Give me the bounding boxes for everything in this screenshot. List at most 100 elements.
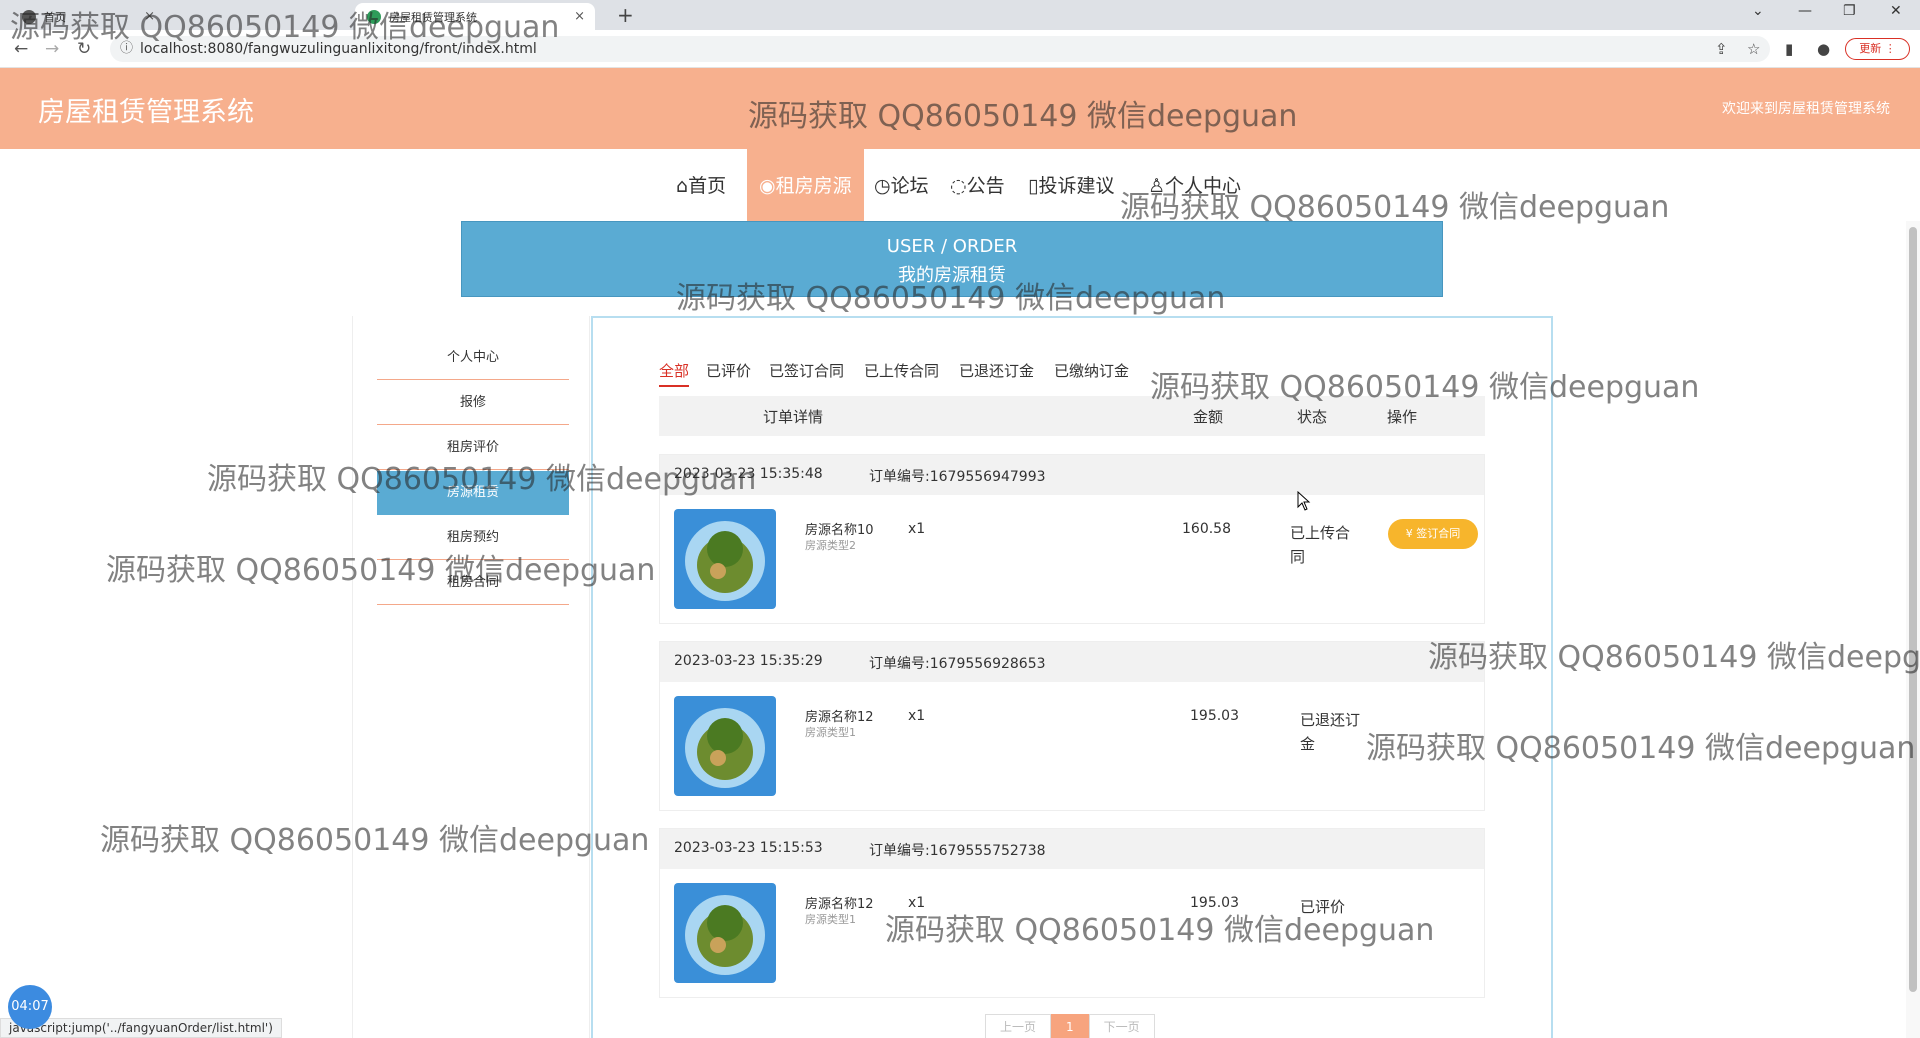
order-quantity: x1 [908,521,926,537]
banner-en-title: USER / ORDER [886,236,1018,257]
pagination: 上一页 1 下一页 [985,1014,1155,1038]
order-number: 订单编号:1679556928653 [869,656,1046,672]
filter-contract-uploaded[interactable]: 已上传合同 [864,360,939,381]
forward-icon[interactable]: → [45,39,59,59]
property-thumbnail[interactable] [674,883,776,983]
nav-feedback[interactable]: ▯投诉建议 [1028,171,1114,198]
recording-time-badge: 04:07 [8,985,52,1029]
header-status: 状态 [1297,408,1328,426]
section-banner: USER / ORDER 我的房源租赁 [461,221,1443,297]
order-status: 已上传合同 [1290,524,1351,566]
order-price: 160.58 [1182,521,1231,537]
profile-icon[interactable]: ● [1817,40,1830,58]
minimize-icon[interactable]: — [1798,3,1812,19]
order-time: 2023-03-23 15:15:53 [674,840,823,856]
order-row: 2023-03-23 15:35:29 订单编号:1679556928653 房… [659,641,1485,811]
nav-label: 首页 [688,175,727,197]
browser-tab-home[interactable]: 首页 × [10,3,165,30]
update-label: 更新 [1859,42,1882,55]
order-time: 2023-03-23 15:35:29 [674,653,823,669]
main-nav: ⌂首页 ◉租房房源 ◷论坛 ◌公告 ▯投诉建议 ♙个人中心 [0,149,1920,221]
nav-label: 租房房源 [775,175,852,197]
house-icon: ◉ [759,175,776,197]
tab-label: 房屋租赁管理系统 [389,10,477,24]
browser-tab-bar: 首页 × 房屋租赁管理系统 × + ⌄ — ❐ ✕ [0,0,1920,30]
order-header: 2023-03-23 15:35:29 订单编号:1679556928653 [660,642,1484,682]
restore-icon[interactable]: ❐ [1843,3,1856,19]
bookmark-star-icon[interactable]: ☆ [1747,40,1760,58]
feedback-icon: ▯ [1028,175,1039,197]
nav-home[interactable]: ⌂首页 [676,171,726,198]
tab-close-icon[interactable]: × [574,9,585,24]
tab-close-icon[interactable]: × [144,9,155,24]
property-type: 房源类型1 [805,913,856,926]
sidebar-item-contract[interactable]: 租房合同 [377,561,569,605]
url-field[interactable]: ⓘ localhost:8080/fangwuzulinguanlixitong… [110,36,1770,62]
reload-icon[interactable]: ↻ [77,39,91,59]
sidebar-item-booking[interactable]: 租房预约 [377,516,569,560]
tab-search-icon[interactable]: ⌄ [1752,3,1764,19]
user-icon: ♙ [1148,175,1166,197]
back-icon[interactable]: ← [14,39,28,59]
filter-deposit-returned[interactable]: 已退还订金 [959,360,1034,381]
scrollbar-thumb[interactable] [1909,227,1917,992]
sidebar-item-user-center[interactable]: 个人中心 [377,336,569,380]
home-icon: ⌂ [676,175,689,197]
sign-contract-button[interactable]: ¥ 签订合同 [1388,519,1478,549]
filter-reviewed[interactable]: 已评价 [706,360,751,381]
prev-page-button[interactable]: 上一页 [985,1014,1052,1038]
nav-notice[interactable]: ◌公告 [950,171,1005,198]
nav-forum[interactable]: ◷论坛 [874,171,929,198]
page-favicon-icon [367,9,381,24]
property-image [674,696,776,796]
order-row: 2023-03-23 15:15:53 订单编号:1679555752738 房… [659,828,1485,998]
tab-label: 首页 [44,10,66,24]
welcome-text: 欢迎来到房屋租赁管理系统 [1722,101,1890,117]
property-name: 房源名称10 [805,523,874,538]
header-amount: 金额 [1193,408,1224,426]
order-number: 订单编号:1679556947993 [869,469,1046,485]
url-text: localhost:8080/fangwuzulinguanlixitong/f… [140,41,537,57]
nav-label: 公告 [966,175,1005,197]
address-bar-row: ← → ↻ ⓘ localhost:8080/fangwuzulinguanli… [0,30,1920,68]
filter-contract-signed[interactable]: 已签订合同 [769,360,844,381]
order-time: 2023-03-23 15:35:48 [674,466,823,482]
forum-icon: ◷ [874,175,891,197]
user-sidebar: 个人中心 报修 租房评价 房源租赁 租房预约 租房合同 [352,316,590,1038]
property-type: 房源类型2 [805,539,856,552]
sidebar-item-repair[interactable]: 报修 [377,381,569,425]
property-type: 房源类型1 [805,726,856,739]
side-panel-icon[interactable]: ▮ [1785,40,1793,58]
order-price: 195.03 [1190,895,1239,911]
notice-icon: ◌ [950,175,967,197]
order-quantity: x1 [908,895,926,911]
update-button[interactable]: 更新 ⋮ [1845,38,1910,60]
property-name: 房源名称12 [805,897,874,912]
sidebar-item-rental-review[interactable]: 租房评价 [377,426,569,470]
nav-label: 论坛 [890,175,929,197]
site-info-icon[interactable]: ⓘ [120,36,133,62]
banner-cn-title: 我的房源租赁 [898,265,1006,286]
page-favicon-icon [22,9,36,24]
next-page-button[interactable]: 下一页 [1088,1014,1155,1038]
sidebar-item-rental-orders[interactable]: 房源租赁 [377,471,569,515]
order-status: 已评价 [1300,898,1346,916]
order-table-header: 订单详情 金额 状态 操作 [659,396,1485,436]
property-thumbnail[interactable] [674,509,776,609]
property-thumbnail[interactable] [674,696,776,796]
browser-tab-active[interactable]: 房屋租赁管理系统 × [355,3,595,30]
nav-rental-listings[interactable]: ◉租房房源 [747,149,864,221]
property-image [674,883,776,983]
close-window-icon[interactable]: ✕ [1890,3,1902,19]
new-tab-icon[interactable]: + [617,3,634,27]
order-status: 已退还订金 [1300,711,1361,753]
nav-user-center[interactable]: ♙个人中心 [1148,171,1241,198]
button-label: 签订合同 [1416,527,1461,540]
order-header: 2023-03-23 15:15:53 订单编号:1679555752738 [660,829,1484,869]
filter-deposit-paid[interactable]: 已缴纳订金 [1054,360,1129,381]
order-header: 2023-03-23 15:35:48 订单编号:1679556947993 [660,455,1484,495]
page-number-button[interactable]: 1 [1051,1014,1089,1038]
share-icon[interactable]: ⇪ [1715,40,1728,58]
page-scrollbar[interactable] [1906,221,1920,1038]
filter-all[interactable]: 全部 [659,360,690,387]
